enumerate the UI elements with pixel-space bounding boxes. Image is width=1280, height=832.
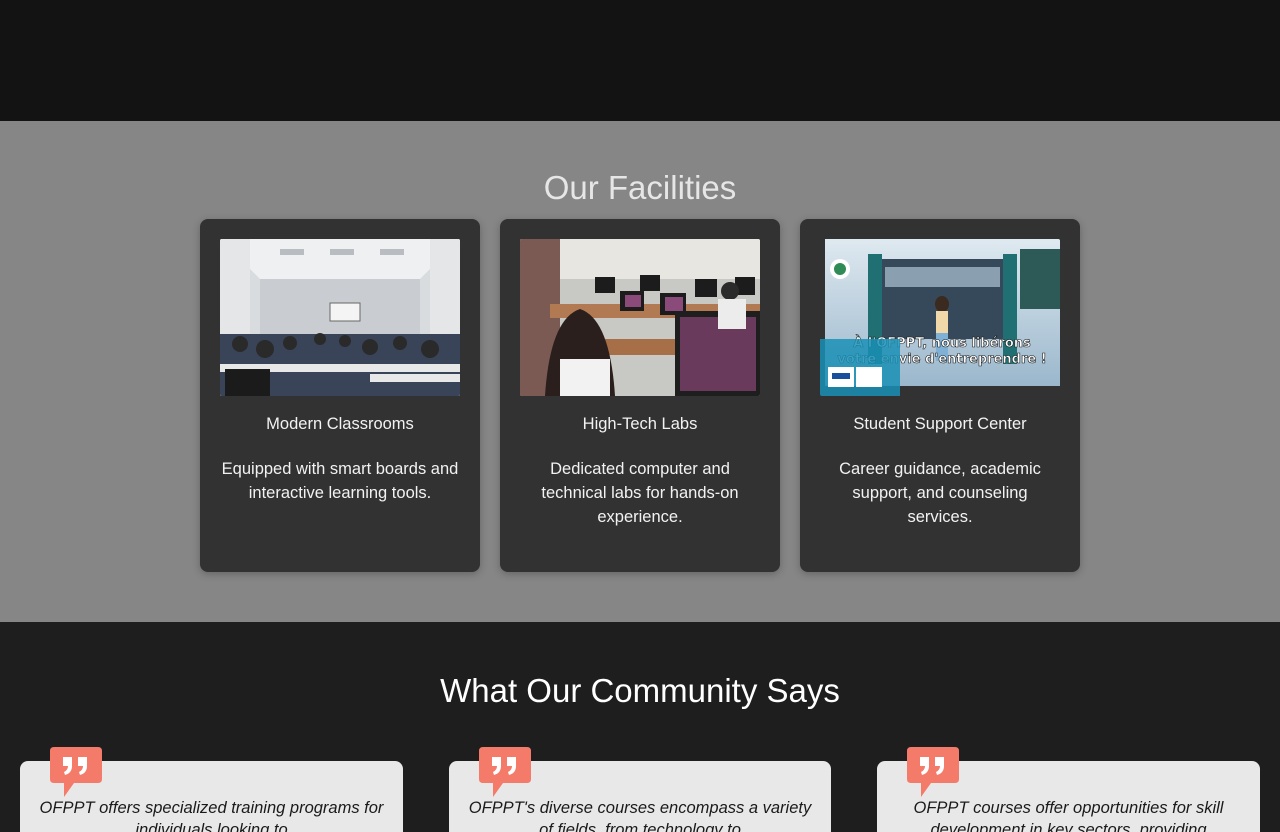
facility-description: Dedicated computer and technical labs fo… <box>541 460 739 526</box>
lab-image <box>520 239 760 396</box>
community-section: What Our Community Says OFPPT offers spe… <box>0 622 1280 832</box>
testimonial-quote: OFPPT offers specialized training progra… <box>39 799 384 832</box>
facilities-section: Our Facilities Modern Classrooms Equippe… <box>0 121 1280 622</box>
community-heading: What Our Community Says <box>440 672 840 709</box>
facility-title: Student Support Center <box>853 415 1027 433</box>
quote-icon <box>50 747 102 797</box>
facility-description: Career guidance, academic support, and c… <box>839 460 1041 526</box>
quote-icon <box>907 747 959 797</box>
facilities-heading: Our Facilities <box>543 169 737 206</box>
facility-title: High-Tech Labs <box>582 415 698 433</box>
facility-card-labs: High-Tech Labs Dedicated computer and te… <box>500 219 780 572</box>
testimonial-quote: OFPPT's diverse courses encompass a vari… <box>468 799 812 832</box>
header-band <box>0 0 1280 121</box>
support-center-image: À l'OFPPT, nous libérons votre envie d'e… <box>820 239 1060 396</box>
facility-description: Equipped with smart boards and interacti… <box>221 460 459 502</box>
facility-card-support: À l'OFPPT, nous libérons votre envie d'e… <box>800 219 1080 572</box>
classroom-image <box>220 239 460 396</box>
quote-icon <box>479 747 531 797</box>
testimonial-quote: OFPPT courses offer opportunities for sk… <box>913 799 1224 832</box>
facility-title: Modern Classrooms <box>266 415 414 433</box>
facility-card-classrooms: Modern Classrooms Equipped with smart bo… <box>200 219 480 572</box>
